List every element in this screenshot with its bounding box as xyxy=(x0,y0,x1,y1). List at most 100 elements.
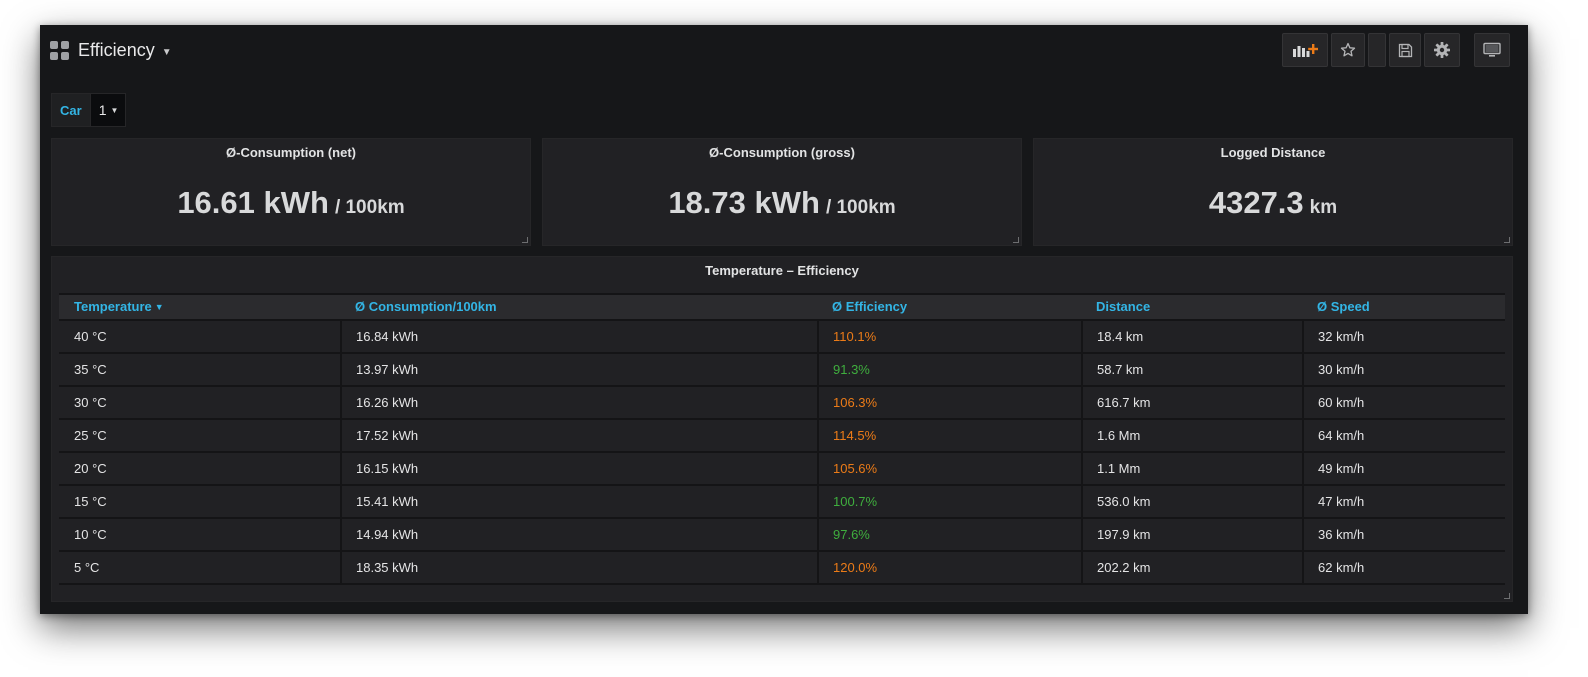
table-panel-temperature-efficiency: Temperature – Efficiency Temperature ▼ Ø … xyxy=(51,256,1513,602)
share-button[interactable] xyxy=(1368,33,1386,67)
table-row: 20 °C 16.15 kWh 105.6% 1.1 Mm 49 km/h xyxy=(59,453,1505,486)
column-divider xyxy=(340,387,342,418)
stat-panel-net-consumption[interactable]: Ø-Consumption (net) 16.61 kWh/ 100km xyxy=(51,138,531,246)
stat-unit: km xyxy=(1309,197,1338,218)
cell-efficiency: 114.5% xyxy=(833,428,877,443)
cell-distance: 1.1 Mm xyxy=(1097,461,1141,476)
gear-icon xyxy=(1434,42,1450,58)
cell-temperature: 5 °C xyxy=(74,560,100,575)
save-icon xyxy=(1398,43,1412,57)
dashboard-grid-icon xyxy=(50,40,69,60)
cell-efficiency: 100.7% xyxy=(833,494,878,509)
caret-down-icon: ▼ xyxy=(110,105,119,115)
cell-speed: 30 km/h xyxy=(1318,362,1365,377)
cell-consumption: 16.15 kWh xyxy=(356,461,419,476)
column-divider xyxy=(1081,387,1083,418)
stat-unit: / 100km xyxy=(334,197,405,218)
column-divider xyxy=(1081,552,1083,583)
table-row: 25 °C 17.52 kWh 114.5% 1.6 Mm 64 km/h xyxy=(59,420,1505,453)
cell-efficiency: 91.3% xyxy=(833,362,870,377)
cell-efficiency: 110.1% xyxy=(833,329,877,344)
settings-button[interactable] xyxy=(1424,33,1460,67)
cell-distance: 197.9 km xyxy=(1097,527,1151,542)
panel-title[interactable]: Logged Distance xyxy=(1034,145,1512,160)
cell-speed: 64 km/h xyxy=(1318,428,1365,443)
column-divider xyxy=(1081,486,1083,517)
cell-speed: 47 km/h xyxy=(1318,494,1365,509)
column-header-speed[interactable]: Ø Speed xyxy=(1317,295,1370,319)
cell-efficiency: 97.6% xyxy=(833,527,870,542)
column-divider xyxy=(817,420,819,451)
column-divider xyxy=(1302,354,1304,385)
column-divider xyxy=(1302,552,1304,583)
resize-handle[interactable] xyxy=(1504,593,1510,599)
panel-title[interactable]: Ø-Consumption (gross) xyxy=(543,145,1021,160)
cell-distance: 58.7 km xyxy=(1097,362,1144,377)
table-row: 10 °C 14.94 kWh 97.6% 197.9 km 36 km/h xyxy=(59,519,1505,552)
cell-temperature: 15 °C xyxy=(74,494,107,509)
dashboard-picker[interactable]: Efficiency ▼ xyxy=(50,37,172,63)
stat-value: 18.73 kWh/ 100km xyxy=(543,185,1021,221)
cell-distance: 18.4 km xyxy=(1097,329,1144,344)
column-divider xyxy=(1081,420,1083,451)
stat-panel-logged-distance[interactable]: Logged Distance 4327.3 km xyxy=(1033,138,1513,246)
sort-desc-icon: ▼ xyxy=(154,302,164,312)
cell-distance: 536.0 km xyxy=(1097,494,1151,509)
cell-speed: 49 km/h xyxy=(1318,461,1365,476)
stat-number: 4327.3 xyxy=(1208,185,1304,220)
cell-efficiency: 105.6% xyxy=(833,461,878,476)
add-panel-icon xyxy=(1293,44,1318,57)
tv-mode-button[interactable] xyxy=(1474,33,1510,67)
top-navbar: Efficiency ▼ xyxy=(40,25,1528,75)
resize-handle[interactable] xyxy=(1013,237,1019,243)
cell-efficiency: 106.3% xyxy=(833,395,878,410)
column-divider xyxy=(340,486,342,517)
table-header: Temperature ▼ Ø Consumption/100km Ø Effic… xyxy=(59,293,1505,321)
column-divider xyxy=(817,519,819,550)
cell-efficiency: 120.0% xyxy=(833,560,878,575)
variable-select-car[interactable]: 1 ▼ xyxy=(90,93,127,127)
column-divider xyxy=(817,321,819,352)
column-divider xyxy=(340,519,342,550)
cell-temperature: 30 °C xyxy=(74,395,107,410)
cell-consumption: 17.52 kWh xyxy=(356,428,419,443)
resize-handle[interactable] xyxy=(1504,237,1510,243)
cell-distance: 616.7 km xyxy=(1097,395,1151,410)
cell-consumption: 13.97 kWh xyxy=(356,362,419,377)
cell-consumption: 14.94 kWh xyxy=(356,527,419,542)
caret-down-icon[interactable]: ▼ xyxy=(162,47,172,58)
cell-consumption: 16.84 kWh xyxy=(356,329,419,344)
table-row: 15 °C 15.41 kWh 100.7% 536.0 km 47 km/h xyxy=(59,486,1505,519)
column-header-distance[interactable]: Distance xyxy=(1096,295,1150,319)
cell-temperature: 35 °C xyxy=(74,362,107,377)
column-divider xyxy=(817,354,819,385)
star-button[interactable] xyxy=(1331,33,1365,67)
template-variables: Car 1 ▼ xyxy=(51,93,127,127)
stat-number: 16.61 kWh xyxy=(177,185,329,220)
column-divider xyxy=(340,420,342,451)
table-row: 30 °C 16.26 kWh 106.3% 616.7 km 60 km/h xyxy=(59,387,1505,420)
column-divider xyxy=(1081,321,1083,352)
add-panel-button[interactable] xyxy=(1282,33,1328,67)
save-button[interactable] xyxy=(1389,33,1421,67)
variable-value: 1 xyxy=(98,102,107,118)
cell-distance: 1.6 Mm xyxy=(1097,428,1141,443)
panel-title[interactable]: Temperature – Efficiency xyxy=(52,263,1512,278)
column-divider xyxy=(340,321,342,352)
star-icon xyxy=(1340,42,1356,57)
column-header-temperature[interactable]: Temperature ▼ xyxy=(74,295,164,319)
column-divider xyxy=(1302,519,1304,550)
panel-title[interactable]: Ø-Consumption (net) xyxy=(52,145,530,160)
column-divider xyxy=(817,453,819,484)
cell-temperature: 20 °C xyxy=(74,461,107,476)
column-divider xyxy=(1081,519,1083,550)
column-divider xyxy=(1081,453,1083,484)
cell-speed: 36 km/h xyxy=(1318,527,1365,542)
column-header-efficiency[interactable]: Ø Efficiency xyxy=(832,295,907,319)
column-divider xyxy=(1302,321,1304,352)
column-divider xyxy=(340,354,342,385)
column-header-consumption[interactable]: Ø Consumption/100km xyxy=(355,295,497,319)
dashboard-title[interactable]: Efficiency xyxy=(78,40,155,61)
stat-panel-gross-consumption[interactable]: Ø-Consumption (gross) 18.73 kWh/ 100km xyxy=(542,138,1022,246)
resize-handle[interactable] xyxy=(522,237,528,243)
